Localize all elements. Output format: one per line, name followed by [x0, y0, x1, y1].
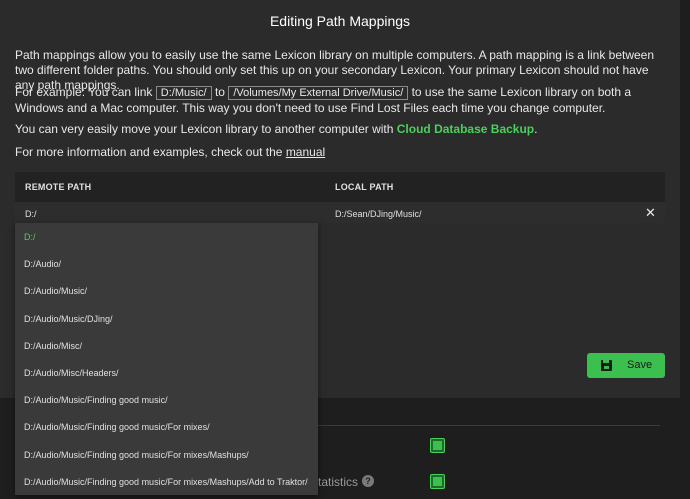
dropdown-option-label: D:/	[24, 232, 36, 242]
dropdown-option-label: D:/Audio/Music/Finding good music/For mi…	[24, 476, 308, 487]
background-divider	[318, 425, 660, 426]
backup-prefix: You can very easily move your Lexicon li…	[15, 122, 394, 136]
example-remote-path: D:/Music/	[155, 86, 212, 100]
dropdown-option-label: D:/Audio/Misc/Headers/	[24, 368, 119, 378]
local-path-cell[interactable]: D:/Sean/DJing/Music/	[335, 209, 422, 219]
background-checkbox-1[interactable]	[430, 438, 445, 453]
help-icon[interactable]: ?	[362, 475, 374, 487]
local-path-header: LOCAL PATH	[335, 182, 394, 192]
dropdown-option[interactable]: D:/Audio/Music/Finding good music/	[15, 386, 318, 413]
path-mappings-table: REMOTE PATH LOCAL PATH D:/ D:/Sean/DJing…	[15, 172, 665, 223]
remote-path-select[interactable]: D:/	[25, 209, 37, 219]
backup-paragraph: You can very easily move your Lexicon li…	[15, 122, 665, 137]
dropdown-option[interactable]: D:/Audio/Music/	[15, 277, 318, 304]
dropdown-option-label: D:/Audio/Music/	[24, 286, 88, 297]
backup-suffix: .	[534, 122, 538, 136]
floppy-disk-icon	[601, 360, 612, 371]
modal-title: Editing Path Mappings	[269, 13, 411, 29]
example-local-path: /Volumes/My External Drive/Music/	[228, 86, 409, 100]
dropdown-option[interactable]: D:/Audio/Music/Finding good music/For mi…	[15, 413, 318, 440]
manual-paragraph: For more information and examples, check…	[15, 145, 665, 160]
dropdown-option-label: D:/Audio/Music/Finding good music/For mi…	[24, 422, 210, 433]
background-setting-label: tatistics	[318, 475, 359, 489]
example-prefix: For example: You can link	[15, 85, 153, 99]
save-button-label: Save	[627, 359, 653, 371]
dropdown-option-label: D:/Audio/Music/Finding good music/For mi…	[24, 449, 249, 460]
cloud-database-backup-link[interactable]: Cloud Database Backup	[397, 122, 534, 136]
dropdown-option[interactable]: D:/Audio/	[15, 250, 318, 277]
remote-path-header: REMOTE PATH	[25, 182, 92, 192]
manual-prefix: For more information and examples, check…	[15, 145, 283, 159]
remote-path-dropdown: D:/ D:/Audio/D:/Audio/Music/D:/Audio/Musi…	[15, 223, 318, 495]
remove-mapping-icon[interactable]: ✕	[645, 205, 656, 221]
example-paragraph: For example: You can link D:/Music/ to /…	[15, 85, 665, 116]
dropdown-option[interactable]: D:/	[15, 223, 318, 250]
dropdown-option-label: D:/Audio/Misc/	[24, 340, 83, 351]
dropdown-option[interactable]: D:/Audio/Misc/Headers/	[15, 359, 318, 386]
save-button[interactable]: Save	[587, 353, 665, 378]
dropdown-option[interactable]: D:/Audio/Misc/	[15, 332, 318, 359]
dropdown-option-label: D:/Audio/	[24, 259, 62, 270]
dropdown-option[interactable]: D:/Audio/Music/DJing/	[15, 305, 318, 332]
table-row: D:/ D:/Sean/DJing/Music/ ✕	[15, 202, 665, 223]
dropdown-option[interactable]: D:/Audio/Music/Finding good music/For mi…	[15, 468, 318, 495]
dropdown-option[interactable]: D:/Audio/Music/Finding good music/For mi…	[15, 441, 318, 468]
manual-link[interactable]: manual	[286, 145, 325, 159]
background-checkbox-2[interactable]	[430, 474, 445, 489]
dropdown-option-label: D:/Audio/Music/DJing/	[24, 313, 113, 324]
dropdown-option-label: D:/Audio/Music/Finding good music/	[24, 395, 168, 406]
example-to: to	[214, 85, 225, 99]
